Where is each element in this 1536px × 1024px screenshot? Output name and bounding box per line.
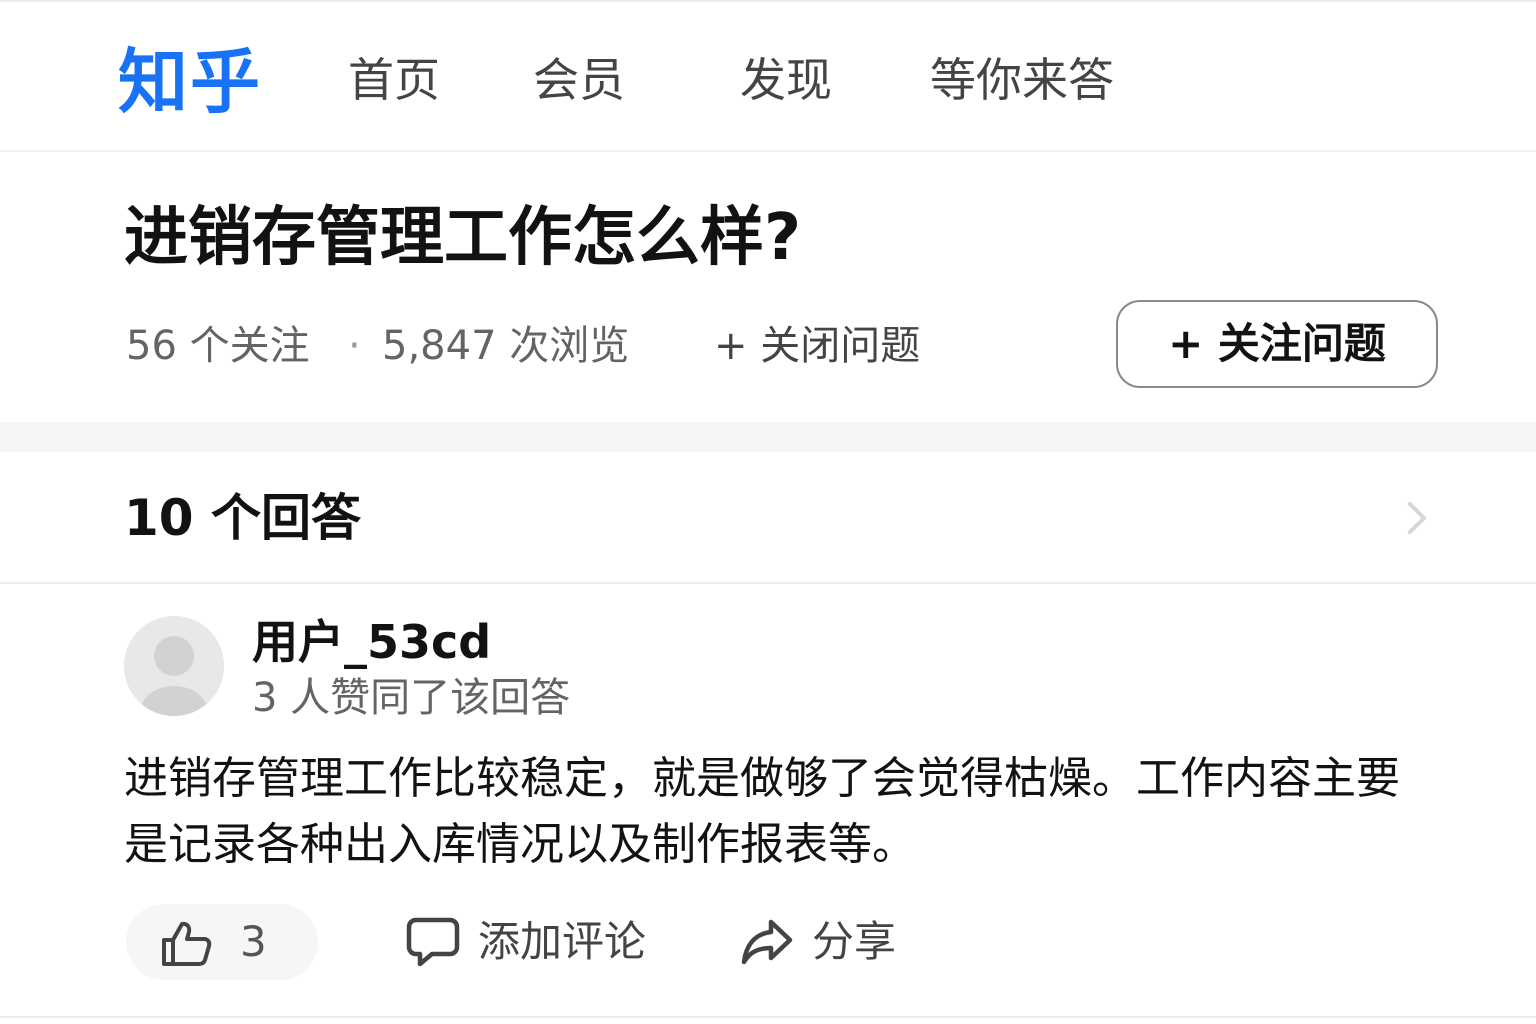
like-button[interactable]: 3 xyxy=(126,904,318,980)
chevron-right-icon[interactable] xyxy=(1398,500,1434,536)
share-button[interactable]: 分享 xyxy=(740,904,920,980)
author-name[interactable]: 用户_53cd xyxy=(252,614,491,670)
comment-label: 添加评论 xyxy=(478,917,647,966)
default-avatar-icon xyxy=(124,616,224,716)
close-question-link[interactable]: + 关闭问题 xyxy=(714,320,920,372)
follow-question-button[interactable]: + 关注问题 xyxy=(1116,300,1438,388)
comment-bubble-icon xyxy=(406,917,460,967)
meta-separator: · xyxy=(348,323,361,369)
avatar[interactable] xyxy=(124,616,224,716)
nav-item-home[interactable]: 首页 xyxy=(348,52,440,108)
answer-content[interactable]: 进销存管理工作比较稳定，就是做够了会觉得枯燥。工作内容主要是记录各种出入库情况以… xyxy=(124,746,1424,878)
thumbs-up-icon xyxy=(162,921,212,966)
share-arrow-icon xyxy=(741,919,793,965)
section-divider xyxy=(0,422,1536,452)
share-label: 分享 xyxy=(812,917,897,966)
vote-info: 3 人赞同了该回答 xyxy=(252,675,571,721)
nav-item-waiting-answers[interactable]: 等你来答 xyxy=(930,52,1114,108)
follower-count: 56 个关注 xyxy=(126,323,310,369)
question-header: 进销存管理工作怎么样? 56 个关注 · 5,847 次浏览 + 关闭问题 + … xyxy=(0,152,1536,422)
nav-item-membership[interactable]: 会员 xyxy=(533,52,625,108)
answers-header[interactable]: 10 个回答 xyxy=(0,452,1536,584)
zhihu-logo[interactable]: 知乎 xyxy=(118,42,262,122)
add-comment-button[interactable]: 添加评论 xyxy=(406,904,676,980)
bottom-divider xyxy=(0,1016,1536,1018)
answers-count: 10 个回答 xyxy=(124,489,361,547)
nav-item-discover[interactable]: 发现 xyxy=(740,52,832,108)
like-count: 3 xyxy=(240,917,267,966)
answer-actions: 3 添加评论 分享 xyxy=(0,904,1536,984)
view-count: 5,847 次浏览 xyxy=(382,323,630,369)
question-title: 进销存管理工作怎么样? xyxy=(124,201,802,275)
answer-item: 用户_53cd 3 人赞同了该回答 进销存管理工作比较稳定，就是做够了会觉得枯燥… xyxy=(0,584,1536,1020)
top-navigation: 知乎 首页 会员 发现 等你来答 xyxy=(0,0,1536,152)
